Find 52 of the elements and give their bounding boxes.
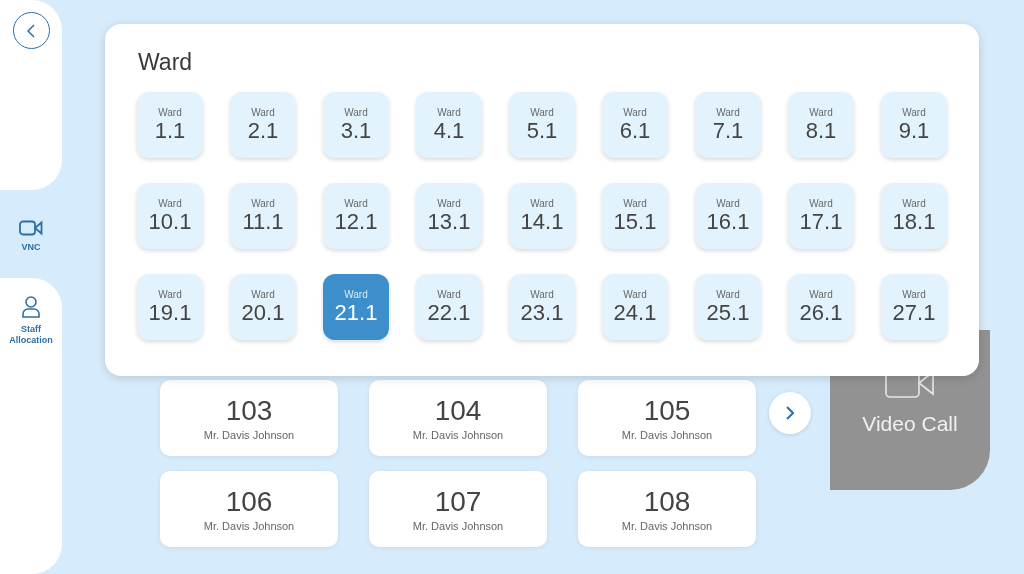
bed-number: 107 — [434, 486, 482, 518]
ward-tile[interactable]: Ward 4.1 — [416, 92, 482, 158]
ward-tile[interactable]: Ward 12.1 — [323, 183, 389, 249]
bed-card[interactable]: 107 Mr. Davis Johnson — [369, 471, 547, 547]
ward-tile[interactable]: Ward 25.1 — [695, 274, 761, 340]
ward-tile[interactable]: Ward 16.1 — [695, 183, 761, 249]
ward-tile[interactable]: Ward 14.1 — [509, 183, 575, 249]
ward-tile[interactable]: Ward 27.1 — [881, 274, 947, 340]
nav-item[interactable]: Staff Allocation — [0, 278, 62, 574]
person-icon — [22, 296, 40, 318]
ward-tile[interactable]: Ward 3.1 — [323, 92, 389, 158]
ward-tile[interactable]: Ward 20.1 — [230, 274, 296, 340]
bed-card[interactable]: 108 Mr. Davis Johnson — [578, 471, 756, 547]
ward-tile[interactable]: Ward 26.1 — [788, 274, 854, 340]
patient-name: Mr. Davis Johnson — [203, 429, 295, 441]
ward-tile[interactable]: Ward 5.1 — [509, 92, 575, 158]
ward-tile[interactable]: Ward 19.1 — [137, 274, 203, 340]
bed-number: 105 — [643, 395, 691, 427]
ward-tile[interactable]: Ward 17.1 — [788, 183, 854, 249]
bed-card[interactable]: 106 Mr. Davis Johnson — [160, 471, 338, 547]
chevron-right-icon — [786, 406, 794, 420]
bed-card[interactable]: 105 Mr. Davis Johnson — [578, 380, 756, 456]
ward-tile[interactable]: Ward 24.1 — [602, 274, 668, 340]
bed-card[interactable]: 103 Mr. Davis Johnson — [160, 380, 338, 456]
bed-number: 103 — [225, 395, 273, 427]
ward-tile[interactable]: Ward 8.1 — [788, 92, 854, 158]
patient-name: Mr. Davis Johnson — [412, 520, 504, 532]
nav-item[interactable]: VNC — [0, 190, 62, 278]
ward-tile[interactable]: Ward 23.1 — [509, 274, 575, 340]
popup-title: Ward — [138, 48, 193, 76]
patient-name: Mr. Davis Johnson — [203, 520, 295, 532]
ward-tile[interactable]: Ward 10.1 — [137, 183, 203, 249]
ward-tile[interactable]: Ward 11.1 — [230, 183, 296, 249]
ward-tile[interactable]: Ward 6.1 — [602, 92, 668, 158]
ward-tile[interactable]: Ward 15.1 — [602, 183, 668, 249]
back-icon — [27, 23, 35, 38]
ward-tile[interactable]: Ward 21.1 — [323, 274, 389, 340]
bed-number: 108 — [643, 486, 691, 518]
ward-tile[interactable]: Ward 22.1 — [416, 274, 482, 340]
bed-number: 104 — [434, 395, 482, 427]
patient-name: Mr. Davis Johnson — [412, 429, 504, 441]
ward-tile[interactable]: Ward 1.1 — [137, 92, 203, 158]
ward-tile[interactable]: Ward 9.1 — [881, 92, 947, 158]
ward-tile[interactable]: Ward 2.1 — [230, 92, 296, 158]
ward-tile[interactable]: Ward 7.1 — [695, 92, 761, 158]
video-camera-icon — [19, 219, 43, 236]
bed-card[interactable]: 104 Mr. Davis Johnson — [369, 380, 547, 456]
bed-number: 106 — [225, 486, 273, 518]
ward-tile[interactable]: Ward 13.1 — [416, 183, 482, 249]
ward-tile[interactable]: Ward 18.1 — [881, 183, 947, 249]
patient-name: Mr. Davis Johnson — [621, 429, 713, 441]
patient-name: Mr. Davis Johnson — [621, 520, 713, 532]
